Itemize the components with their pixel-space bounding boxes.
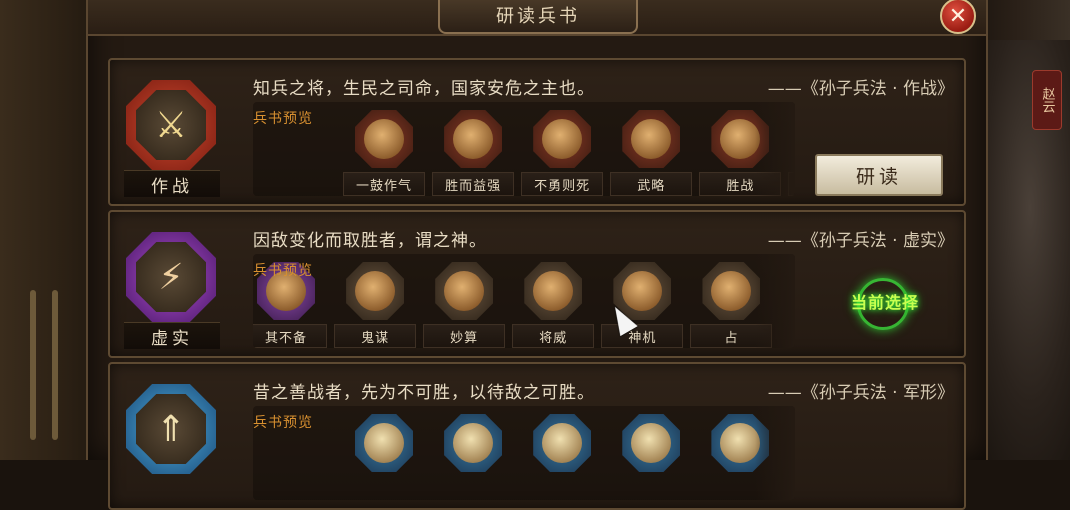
- preview-label: 兵书预览: [253, 111, 313, 127]
- character-name-tag: 赵云: [1032, 70, 1062, 130]
- skill-icon: [622, 110, 681, 168]
- skill-name: 鬼谋: [334, 324, 417, 348]
- skill-item[interactable]: 胜而益强: [432, 106, 516, 196]
- lightning-flag-icon: ⚡: [126, 232, 216, 322]
- skill-icon: [444, 414, 503, 472]
- preview-label: 兵书预览: [253, 415, 313, 431]
- skill-icon: [355, 110, 413, 168]
- skill-item[interactable]: [521, 410, 605, 500]
- book-source: ——《孙子兵法 · 虚实》: [767, 231, 954, 251]
- book-card-xushi[interactable]: ⚡ 虚实 因敌变化而取胜者，谓之神。 ——《孙子兵法 · 虚实》 其不备 鬼谋 …: [108, 210, 966, 358]
- book-card-zuozhan[interactable]: ⚔ 作战 知兵之将，生民之司命，国家安危之主也。 ——《孙子兵法 · 作战》 一…: [108, 58, 966, 206]
- skill-icon: [533, 110, 592, 168]
- skill-item[interactable]: 鬼谋: [334, 258, 418, 348]
- emblem-glyph: ⚔: [154, 104, 188, 146]
- dialog-title: 研读兵书: [438, 0, 638, 34]
- skill-preview-strip[interactable]: 一鼓作气 胜而益强 不勇则死 武略 胜战 乘: [253, 102, 795, 196]
- study-button[interactable]: 研读: [815, 154, 943, 196]
- skill-name: 胜而益强: [432, 172, 515, 196]
- close-icon: ✕: [948, 3, 968, 29]
- skill-list: 一鼓作气 胜而益强 不勇则死 武略 胜战 乘: [343, 106, 795, 196]
- skill-item[interactable]: [610, 410, 694, 500]
- book-card-junxing[interactable]: ⇑ 昔之善战者，先为不可胜，以待敌之可胜。 ——《孙子兵法 · 军形》 兵书预览: [108, 362, 966, 510]
- skill-name: 神机: [601, 324, 684, 348]
- skill-icon: [702, 262, 761, 320]
- skill-preview-strip[interactable]: 其不备 鬼谋 妙算 将威 神机 占: [253, 254, 795, 348]
- skill-item[interactable]: 神机: [601, 258, 685, 348]
- badge-text: 当前选择: [850, 293, 919, 312]
- book-name: 作战: [124, 170, 220, 197]
- book-name: 虚实: [124, 322, 220, 349]
- current-selection-badge: 当前选择: [835, 278, 935, 330]
- brush-pole: [52, 290, 58, 440]
- skill-name: 不勇则死: [521, 172, 604, 196]
- book-quote: 因敌变化而取胜者，谓之神。: [253, 231, 487, 251]
- book-quote: 知兵之将，生民之司命，国家安危之主也。: [253, 79, 595, 99]
- book-source: ——《孙子兵法 · 作战》: [767, 79, 954, 99]
- book-source: ——《孙子兵法 · 军形》: [767, 383, 954, 403]
- study-dialog: 研读兵书 ✕ ⚔ 作战 知兵之将，生民之司命，国家安危之主也。 ——《孙子兵法 …: [86, 0, 988, 510]
- skill-name: 将威: [512, 324, 595, 348]
- skill-icon: [355, 414, 413, 472]
- skill-icon: [533, 414, 592, 472]
- emblem-glyph: ⚡: [158, 256, 184, 298]
- skill-list: 其不备 鬼谋 妙算 将威 神机 占: [253, 258, 774, 348]
- skill-name: 其不备: [253, 324, 327, 348]
- skill-icon: [444, 110, 503, 168]
- preview-label: 兵书预览: [253, 263, 313, 279]
- crossed-swords-icon: ⚔: [126, 80, 216, 170]
- skill-item[interactable]: [343, 410, 427, 500]
- skill-icon: [524, 262, 583, 320]
- skill-name: 武略: [610, 172, 693, 196]
- arrows-banner-icon: ⇑: [126, 384, 216, 474]
- skill-icon: [622, 414, 681, 472]
- brush-pole: [30, 290, 36, 440]
- skill-name: 一鼓作气: [343, 172, 425, 196]
- book-quote: 昔之善战者，先为不可胜，以待敌之可胜。: [253, 383, 595, 403]
- skill-list: [343, 410, 795, 500]
- skill-name: 妙算: [423, 324, 506, 348]
- skill-icon: [435, 262, 494, 320]
- skill-item[interactable]: 将威: [512, 258, 596, 348]
- skill-item[interactable]: [432, 410, 516, 500]
- skill-item[interactable]: 武略: [610, 106, 694, 196]
- skill-item[interactable]: 一鼓作气: [343, 106, 427, 196]
- skill-icon: [346, 262, 405, 320]
- skill-preview-strip[interactable]: [253, 406, 795, 500]
- skill-item[interactable]: 妙算: [423, 258, 507, 348]
- skill-item[interactable]: 不勇则死: [521, 106, 605, 196]
- emblem-glyph: ⇑: [155, 408, 187, 450]
